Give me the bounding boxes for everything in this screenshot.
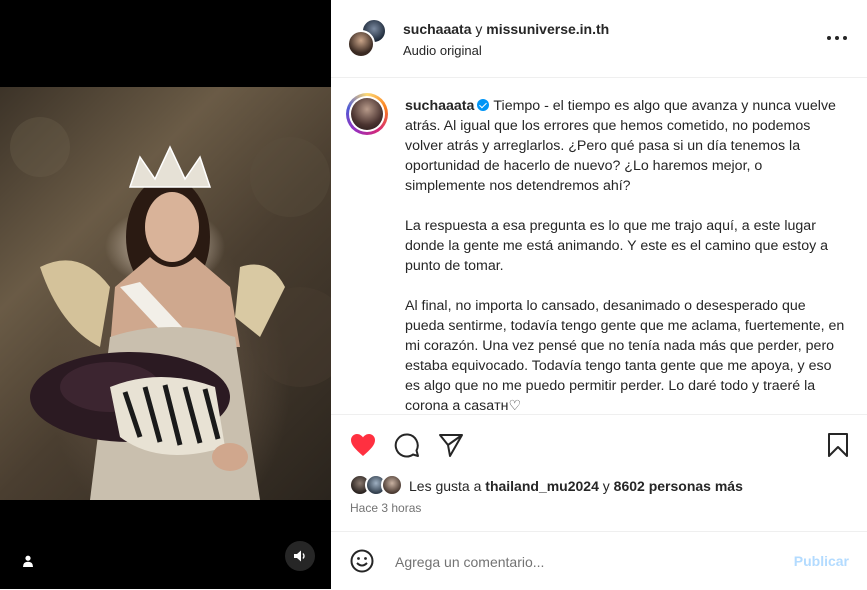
audio-link[interactable]: Audio original bbox=[403, 43, 482, 58]
likes-text: Les gusta a thailand_mu2024 y 8602 perso… bbox=[409, 478, 743, 494]
caption-text: suchaaata Tiempo - el tiempo es algo que … bbox=[405, 96, 849, 414]
heart-filled-icon bbox=[351, 434, 375, 456]
more-dot bbox=[835, 36, 839, 40]
likes-count-link[interactable]: 8602 personas más bbox=[614, 478, 743, 494]
comment-input[interactable] bbox=[393, 548, 777, 576]
caption-paragraph-3: Al final, no importa lo cansado, desanim… bbox=[405, 298, 849, 414]
likes-summary: Les gusta a thailand_mu2024 y 8602 perso… bbox=[349, 474, 859, 498]
action-bar bbox=[331, 415, 867, 475]
liker-username-link[interactable]: thailand_mu2024 bbox=[485, 478, 599, 494]
more-dot bbox=[843, 36, 847, 40]
verified-badge-icon bbox=[477, 99, 490, 111]
collab-avatars[interactable] bbox=[347, 18, 387, 58]
more-options-button[interactable] bbox=[827, 30, 847, 46]
comment-button[interactable] bbox=[394, 432, 420, 458]
person-icon bbox=[23, 555, 33, 567]
post-media[interactable] bbox=[0, 0, 331, 589]
publish-button[interactable]: Publicar bbox=[794, 553, 849, 569]
comment-composer: Publicar bbox=[331, 531, 867, 590]
caption-avatar[interactable] bbox=[346, 93, 388, 135]
save-button[interactable] bbox=[825, 432, 851, 458]
emoji-button[interactable] bbox=[350, 549, 374, 573]
avatar bbox=[351, 98, 383, 130]
more-horizontal-icon bbox=[827, 36, 831, 40]
liker-avatar[interactable] bbox=[381, 474, 403, 496]
coauthor-link[interactable]: missuniverse.in.th bbox=[486, 21, 609, 37]
like-button[interactable] bbox=[350, 432, 376, 458]
toggle-audio-button[interactable] bbox=[285, 541, 315, 571]
tagged-users-button[interactable] bbox=[18, 551, 38, 571]
author-link[interactable]: suchaaata bbox=[403, 21, 471, 37]
smiley-icon bbox=[350, 549, 374, 573]
post-details: suchaaata y missuniverse.in.th Audio ori… bbox=[331, 0, 867, 589]
bookmark-icon bbox=[828, 433, 848, 457]
likes-prefix: Les gusta a bbox=[409, 478, 486, 494]
comment-bubble-icon bbox=[394, 433, 419, 458]
share-button[interactable] bbox=[438, 432, 464, 458]
post-photo[interactable] bbox=[0, 87, 331, 500]
likes-connector: y bbox=[598, 478, 614, 494]
collab-names: suchaaata y missuniverse.in.th bbox=[403, 21, 609, 37]
post-timestamp[interactable]: Hace 3 horas bbox=[350, 501, 421, 515]
author-connector: y bbox=[471, 21, 487, 37]
post-header: suchaaata y missuniverse.in.th Audio ori… bbox=[331, 0, 867, 78]
caption-area[interactable]: suchaaata Tiempo - el tiempo es algo que … bbox=[331, 77, 867, 415]
caption-paragraph: suchaaata Tiempo - el tiempo es algo que … bbox=[405, 96, 845, 196]
caption-paragraph-2: La respuesta a esa pregunta es lo que me… bbox=[405, 218, 832, 274]
instagram-post-dialog: suchaaata y missuniverse.in.th Audio ori… bbox=[0, 0, 867, 589]
avatar-author[interactable] bbox=[347, 30, 375, 58]
photo-illustration bbox=[10, 117, 331, 500]
paper-plane-icon bbox=[439, 434, 463, 457]
caption-username[interactable]: suchaaata bbox=[405, 98, 474, 114]
speaker-icon bbox=[294, 550, 305, 562]
